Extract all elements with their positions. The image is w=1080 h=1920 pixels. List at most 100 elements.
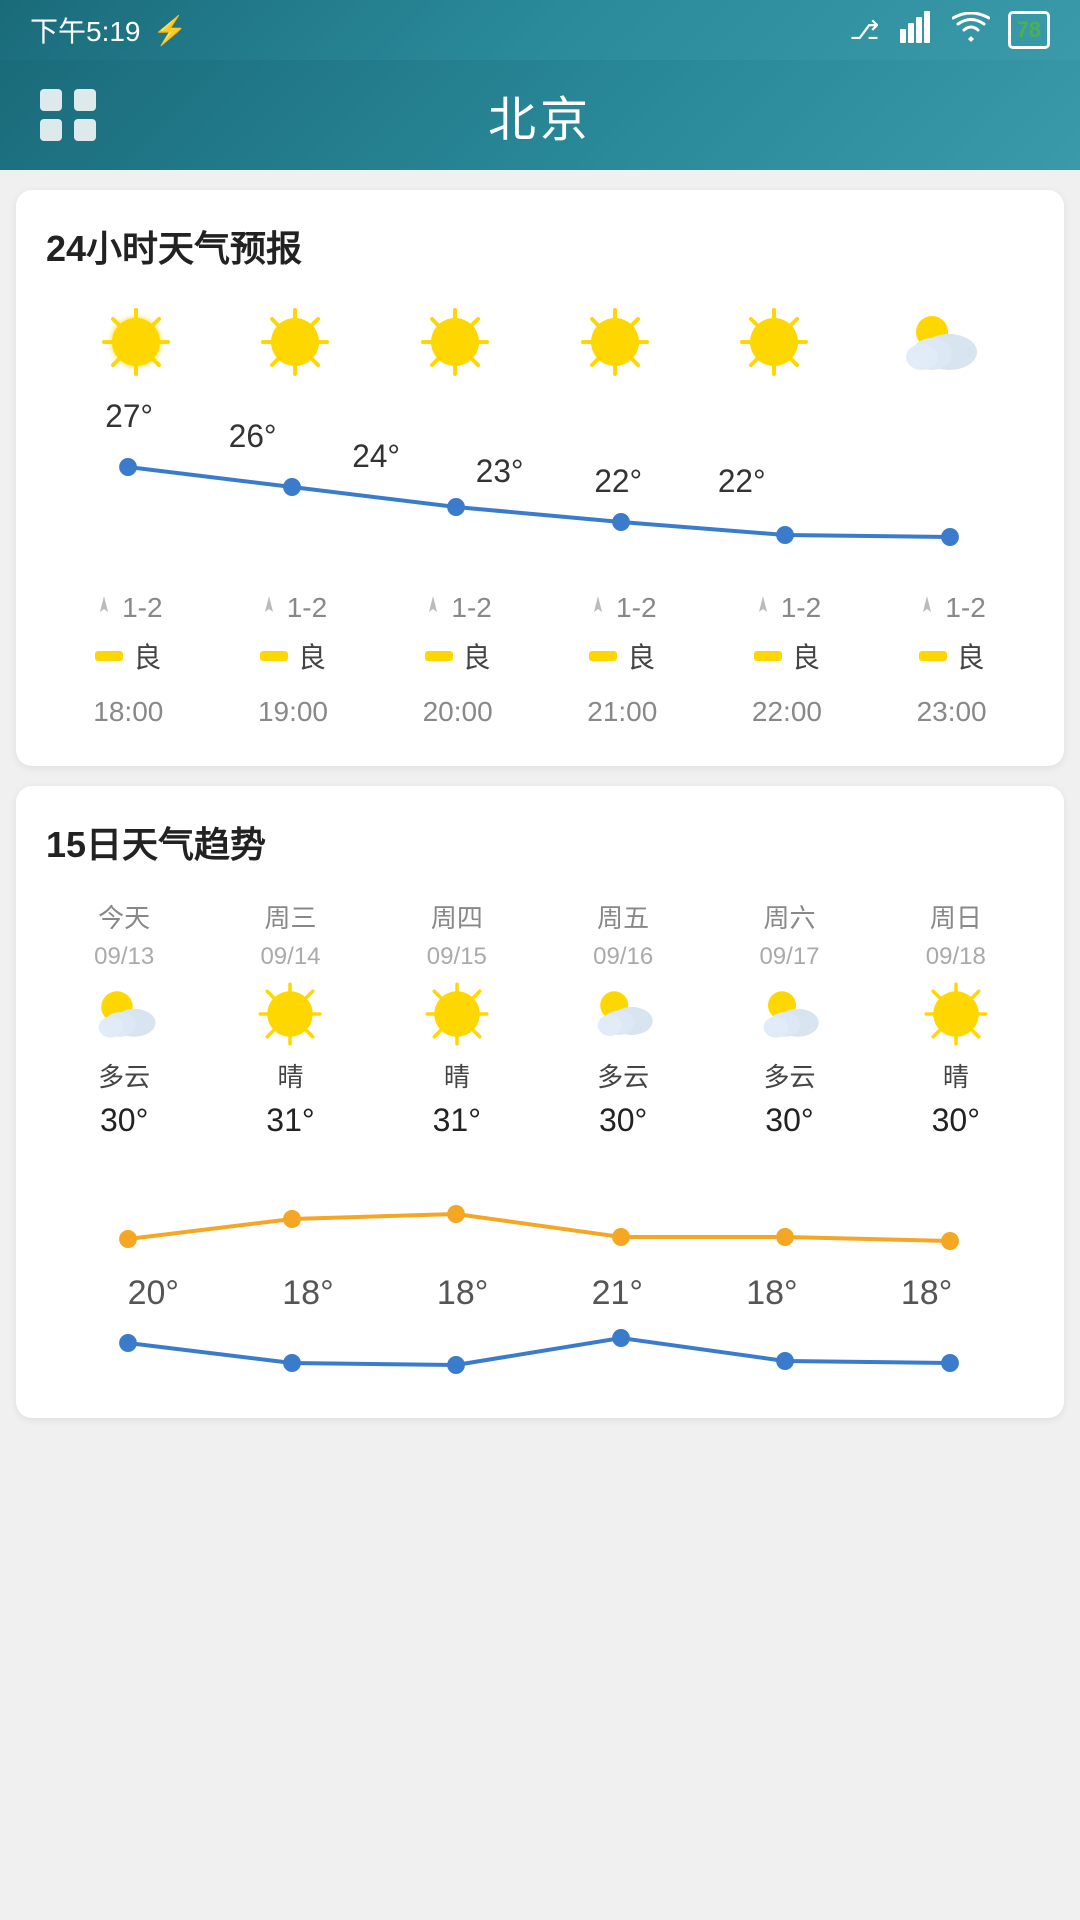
- hourly-col-4: 1-2 良 22:00: [752, 592, 822, 728]
- hourly-icon-2: [415, 302, 495, 387]
- air-5: 良: [919, 636, 985, 676]
- trend-high-2: 31°: [433, 1102, 481, 1139]
- status-left: 下午5:19 ⚡: [30, 10, 187, 50]
- trend-date-4: 09/17: [759, 943, 819, 971]
- hourly-col-0: 1-2 良 18:00: [93, 592, 163, 728]
- hourly-section-title: 24小时天气预报: [46, 220, 1034, 272]
- air-dot-0: [95, 651, 123, 661]
- trend-col-5: 周日 09/18 晴 30°: [878, 898, 1034, 1139]
- trend-low-4: 18°: [746, 1274, 797, 1313]
- wind-0: 1-2: [94, 592, 162, 624]
- trend-desc-4: 多云: [763, 1057, 815, 1094]
- signal-icon: [898, 9, 934, 52]
- air-label-2: 良: [463, 636, 491, 676]
- hourly-icon-0: [96, 302, 176, 387]
- hourly-col-1: 1-2 良 19:00: [258, 592, 328, 728]
- time-0: 18:00: [93, 696, 163, 728]
- time-1: 19:00: [258, 696, 328, 728]
- trend-col-1: 周三 09/14 晴 31°: [212, 898, 368, 1139]
- wind-label-4: 1-2: [781, 592, 821, 624]
- menu-dot-1: [40, 89, 62, 111]
- trend-low-chart: [46, 1323, 1034, 1383]
- hourly-icon-5: [894, 302, 984, 387]
- time-4: 22:00: [752, 696, 822, 728]
- svg-text:26°: 26°: [229, 418, 277, 454]
- air-2: 良: [425, 636, 491, 676]
- air-label-4: 良: [792, 636, 820, 676]
- hourly-temp-chart: 27° 26° 24° 23° 22° 22°: [46, 397, 1034, 577]
- wind-1: 1-2: [259, 592, 327, 624]
- trend-col-0: 今天 09/13 多云 30°: [46, 898, 202, 1139]
- menu-dot-2: [74, 89, 96, 111]
- trend-day-2: 周四: [431, 898, 483, 935]
- time-display: 下午5:19: [30, 10, 141, 50]
- trend-icon-4: [754, 979, 824, 1049]
- hourly-forecast-card: 24小时天气预报: [16, 190, 1064, 766]
- trend-desc-1: 晴: [277, 1057, 303, 1094]
- air-dot-4: [754, 651, 782, 661]
- time-2: 20:00: [423, 696, 493, 728]
- app-header: 北京: [0, 60, 1080, 170]
- air-0: 良: [95, 636, 161, 676]
- wifi-icon: [952, 12, 990, 49]
- trend-low-2: 18°: [437, 1274, 488, 1313]
- trend-low-3: 21°: [592, 1274, 643, 1313]
- time-5: 23:00: [917, 696, 987, 728]
- svg-text:27°: 27°: [105, 398, 153, 434]
- trend-high-3: 30°: [599, 1102, 647, 1139]
- trend-high-chart: [46, 1159, 1034, 1259]
- wind-label-1: 1-2: [287, 592, 327, 624]
- menu-dot-4: [74, 119, 96, 141]
- air-dot-1: [260, 651, 288, 661]
- air-label-5: 良: [957, 636, 985, 676]
- city-title: 北京: [488, 80, 592, 150]
- trend-desc-3: 多云: [597, 1057, 649, 1094]
- trend-low-0: 20°: [128, 1274, 179, 1313]
- trend-high-4: 30°: [765, 1102, 813, 1139]
- wind-label-5: 1-2: [945, 592, 985, 624]
- trend-desc-2: 晴: [444, 1057, 470, 1094]
- air-label-0: 良: [133, 636, 161, 676]
- trend-date-3: 09/16: [593, 943, 653, 971]
- trend-date-1: 09/14: [260, 943, 320, 971]
- air-label-1: 良: [298, 636, 326, 676]
- trend-col-4: 周六 09/17 多云 30°: [711, 898, 867, 1139]
- trend-forecast-card: 15日天气趋势 今天 09/13 多云 30° 周三 09/14: [16, 786, 1064, 1418]
- hourly-col-2: 1-2 良 20:00: [423, 592, 493, 728]
- trend-col-3: 周五 09/16 多云 30°: [545, 898, 701, 1139]
- wind-5: 1-2: [917, 592, 985, 624]
- wind-2: 1-2: [423, 592, 491, 624]
- trend-low-labels: 20° 18° 18° 21° 18° 18°: [46, 1274, 1034, 1323]
- svg-text:22°: 22°: [718, 463, 766, 499]
- time-3: 21:00: [587, 696, 657, 728]
- wind-3: 1-2: [588, 592, 656, 624]
- air-4: 良: [754, 636, 820, 676]
- hourly-icon-3: [575, 302, 655, 387]
- status-bar: 下午5:19 ⚡ ⎇ 78: [0, 0, 1080, 60]
- hourly-col-3: 1-2 良 21:00: [587, 592, 657, 728]
- wind-4: 1-2: [753, 592, 821, 624]
- trend-low-1: 18°: [282, 1274, 333, 1313]
- trend-day-5: 周日: [930, 898, 982, 935]
- svg-text:24°: 24°: [352, 438, 400, 474]
- menu-button[interactable]: [40, 89, 100, 141]
- air-dot-3: [589, 651, 617, 661]
- svg-text:22°: 22°: [594, 463, 642, 499]
- wind-label-0: 1-2: [122, 592, 162, 624]
- hourly-icon-4: [734, 302, 814, 387]
- trend-desc-5: 晴: [943, 1057, 969, 1094]
- battery-indicator: 78: [1008, 11, 1050, 49]
- air-dot-2: [425, 651, 453, 661]
- trend-grid: 今天 09/13 多云 30° 周三 09/14: [46, 898, 1034, 1139]
- trend-date-0: 09/13: [94, 943, 154, 971]
- lightning-icon: ⚡: [153, 14, 188, 47]
- air-3: 良: [589, 636, 655, 676]
- trend-icon-5: [921, 979, 991, 1049]
- air-label-3: 良: [627, 636, 655, 676]
- status-right: ⎇ 78: [850, 9, 1050, 52]
- trend-day-1: 周三: [264, 898, 316, 935]
- wind-label-3: 1-2: [616, 592, 656, 624]
- hourly-icon-1: [255, 302, 335, 387]
- trend-day-4: 周六: [763, 898, 815, 935]
- trend-low-5: 18°: [901, 1274, 952, 1313]
